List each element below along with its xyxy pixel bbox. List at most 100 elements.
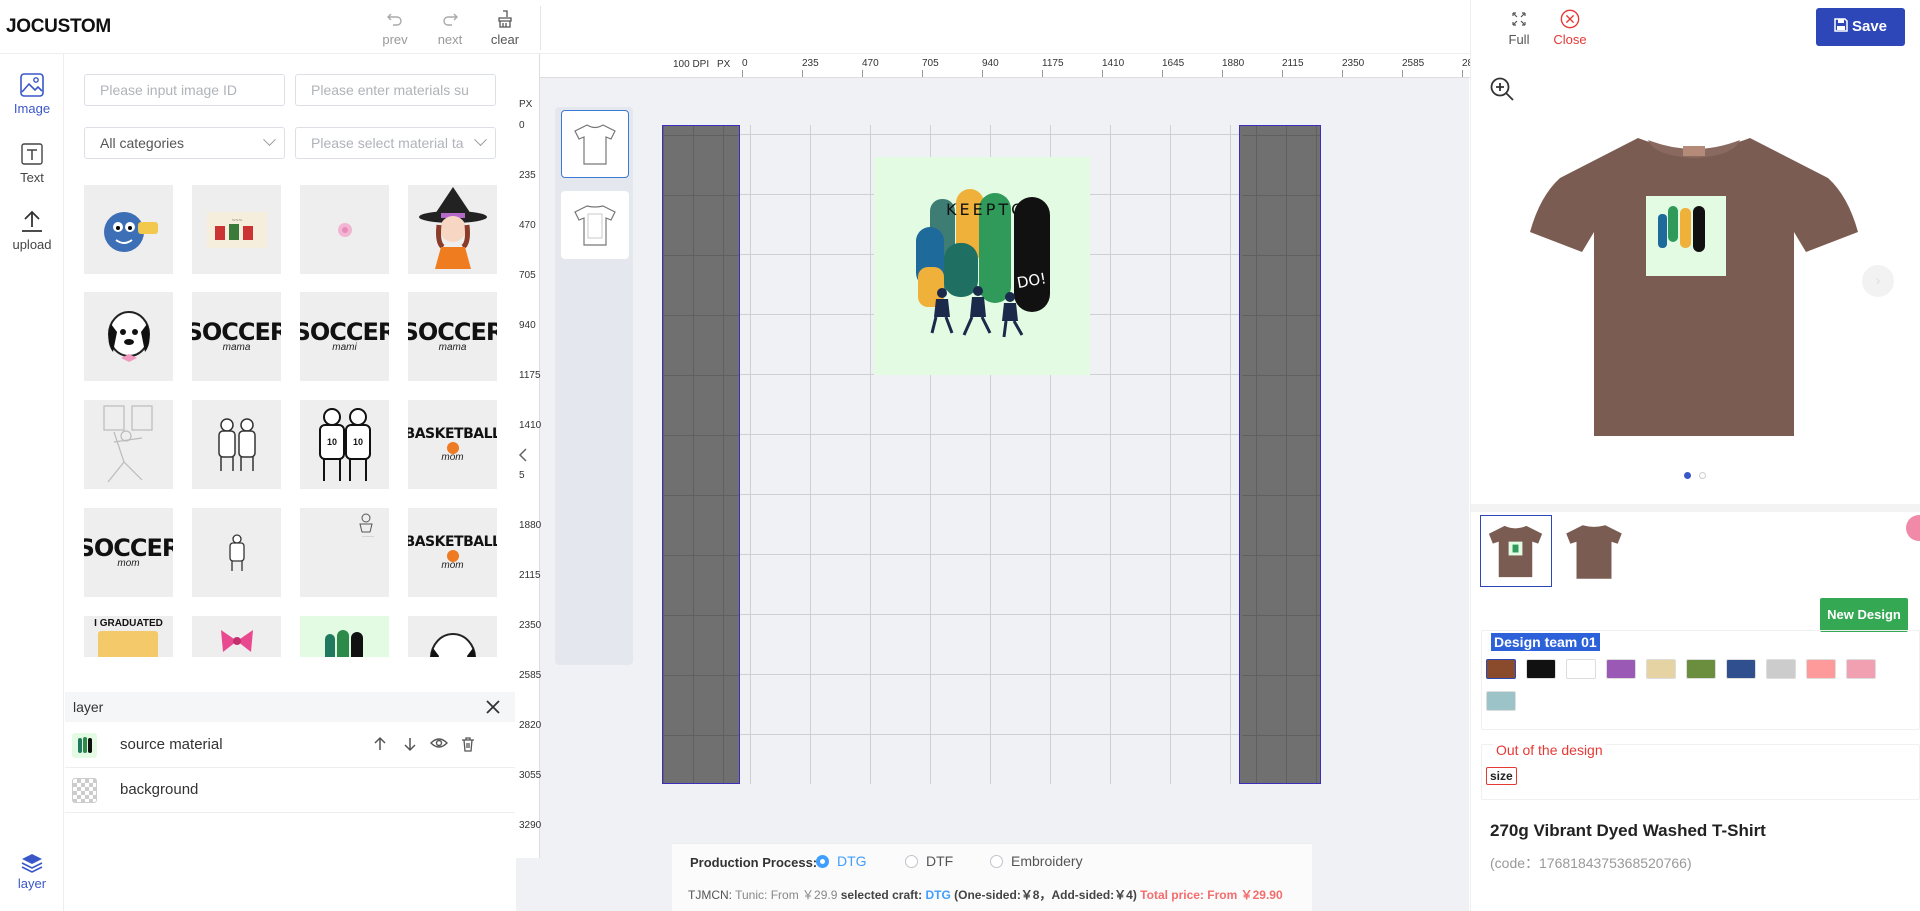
image-id-input[interactable]: Please input image ID — [84, 74, 285, 106]
move-up-icon[interactable] — [370, 736, 390, 756]
save-button[interactable]: Save — [1816, 8, 1905, 46]
ruler-tick-label: 2115 — [519, 570, 541, 581]
ruler-tick-label: 705 — [922, 58, 939, 69]
carousel-dot-active[interactable] — [1684, 472, 1691, 479]
next-image-button[interactable]: › — [1862, 265, 1894, 297]
layer-panel: layer source material background — [65, 692, 515, 911]
radio-embroidery[interactable]: Embroidery — [990, 853, 1083, 869]
category-value: All categories — [100, 135, 185, 151]
color-swatch[interactable] — [1486, 691, 1516, 711]
material-tag-select[interactable]: Please select material ta — [295, 127, 496, 159]
material-thumb[interactable] — [84, 400, 173, 489]
material-thumb[interactable] — [84, 185, 173, 274]
front-view-thumb[interactable] — [561, 110, 629, 178]
out-of-design-label: Out of the design — [1494, 742, 1605, 758]
clear-button[interactable]: clear — [483, 9, 527, 47]
material-thumb[interactable]: SOCCER mama — [408, 292, 497, 381]
rail-upload-tab[interactable]: upload — [0, 208, 64, 252]
zoom-in-button[interactable] — [1489, 76, 1515, 102]
material-thumb[interactable] — [192, 508, 281, 597]
color-swatch[interactable] — [1486, 659, 1516, 679]
keep-to-do-image — [324, 630, 363, 657]
color-swatch[interactable] — [1726, 659, 1756, 679]
rail-image-tab[interactable]: Image — [0, 72, 64, 116]
material-thumb[interactable] — [300, 185, 389, 274]
ruler-tick — [742, 70, 743, 77]
color-swatch[interactable] — [1526, 659, 1556, 679]
close-icon — [486, 700, 500, 714]
expand-icon — [1512, 12, 1526, 26]
material-thumb[interactable]: I GRADUATED — [84, 616, 173, 657]
color-swatch[interactable] — [1846, 659, 1876, 679]
back-view-thumb[interactable] — [561, 191, 629, 259]
sketch-players-image — [102, 405, 153, 483]
color-swatch[interactable] — [1646, 659, 1676, 679]
material-thumb[interactable]: ~~~~~ — [300, 508, 389, 597]
size-tag[interactable]: size — [1486, 767, 1517, 785]
divider — [1471, 504, 1920, 512]
color-swatch[interactable] — [1806, 659, 1836, 679]
fullscreen-button[interactable]: Full — [1497, 9, 1541, 47]
ruler-tick-label: 1880 — [519, 520, 542, 531]
layer-row-background[interactable]: background — [65, 769, 515, 813]
material-thumb[interactable]: BASKETBALL mom — [408, 508, 497, 597]
basketball-mom-title: BASKETBALL — [408, 533, 497, 550]
material-thumb[interactable]: SOCCER mami — [300, 292, 389, 381]
outside-grid-left — [663, 126, 739, 783]
ruler-tick-label: 1880 — [1222, 58, 1245, 69]
color-swatch[interactable] — [1686, 659, 1716, 679]
close-editor-button[interactable]: Close — [1548, 9, 1592, 47]
tshirt-thumb-back — [1566, 525, 1622, 579]
ruler-tick — [1402, 70, 1403, 77]
full-label: Full — [1508, 32, 1530, 47]
layer-row-source-material[interactable]: source material — [65, 724, 515, 768]
radio-dtg[interactable]: DTG — [816, 853, 867, 869]
material-thumb[interactable]: 10 10 — [300, 400, 389, 489]
material-thumb[interactable]: BASKETBALL mom — [408, 400, 497, 489]
variant-thumb-selected[interactable] — [1480, 515, 1552, 587]
material-thumb[interactable] — [192, 400, 281, 489]
collapse-panel-button[interactable] — [518, 448, 528, 467]
category-select[interactable]: All categories — [84, 127, 285, 159]
prev-button[interactable]: prev — [373, 9, 417, 47]
trash-icon[interactable] — [458, 736, 478, 756]
rail-text-label: Text — [20, 170, 44, 185]
design-element[interactable]: KEEPTO DO! — [874, 157, 1090, 375]
price-prefix: TJMCN: — [688, 888, 732, 902]
material-thumb[interactable]: SOCCER mom — [84, 508, 173, 597]
color-swatch[interactable] — [1606, 659, 1636, 679]
rail-text-tab[interactable]: Text — [0, 141, 64, 185]
material-thumb[interactable] — [84, 292, 173, 381]
color-swatch[interactable] — [1566, 659, 1596, 679]
dpi-label: 100 DPI — [673, 59, 710, 70]
graduated-title: I GRADUATED — [94, 618, 163, 629]
material-thumb[interactable] — [408, 185, 497, 274]
material-thumb[interactable]: SOCCER mama — [192, 292, 281, 381]
image-icon — [20, 73, 44, 97]
materials-search-input[interactable]: Please enter materials su — [295, 74, 496, 106]
radio-dtf[interactable]: DTF — [905, 853, 953, 869]
view-switcher — [555, 107, 633, 665]
tshirt-front-icon — [574, 124, 616, 165]
material-thumb[interactable]: ~~~ — [192, 185, 281, 274]
price-line: TJMCN: Tunic: From ￥29.9 selected craft:… — [688, 886, 1283, 903]
ruler-tick-label: 2820 — [519, 720, 542, 731]
material-thumb[interactable] — [300, 616, 389, 657]
variant-thumb[interactable] — [1558, 515, 1630, 587]
move-down-icon[interactable] — [400, 736, 420, 756]
material-thumb[interactable] — [192, 616, 281, 657]
radio-dtf-label: DTF — [926, 853, 954, 869]
radio-dot — [905, 855, 918, 868]
ruler-tick-label: 2115 — [1282, 58, 1304, 69]
new-design-button[interactable]: New Design — [1820, 598, 1908, 632]
material-thumb[interactable] — [408, 616, 497, 657]
next-button[interactable]: next — [428, 9, 472, 47]
close-layer-panel-button[interactable] — [484, 698, 502, 716]
rail-layer-tab[interactable]: layer — [0, 852, 64, 891]
ruler-tick-label: 0 — [742, 58, 748, 69]
carousel-dot[interactable] — [1699, 472, 1706, 479]
eye-icon[interactable] — [429, 736, 449, 756]
ruler-tick-label: 3055 — [519, 770, 542, 781]
color-swatch[interactable] — [1766, 659, 1796, 679]
dog-portrait-image — [429, 633, 476, 657]
